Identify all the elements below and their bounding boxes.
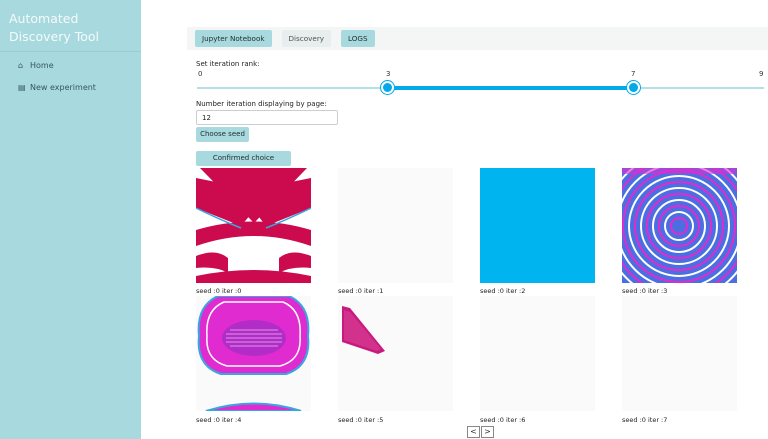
gallery-image-iter-2[interactable] [480,168,595,283]
gallery-caption: seed :0 iter :0 [196,287,242,295]
confirmed-choice-button[interactable]: Confirmed choice [196,151,291,166]
gallery-caption: seed :0 iter :6 [480,416,526,424]
gallery-image-iter-3[interactable] [622,168,737,283]
sidebar-item-home[interactable]: ⌂ Home [0,56,141,74]
gallery-image-iter-4[interactable] [196,296,311,411]
gallery-caption: seed :0 iter :5 [338,416,384,424]
sidebar: Automated Discovery Tool ⌂ Home ▤ New ex… [0,0,141,439]
sidebar-item-label: Home [30,60,54,70]
main-content: Jupyter Notebook Discovery LOGS [187,27,768,50]
app-title: Automated Discovery Tool [0,0,141,52]
slider-handle-start[interactable] [381,81,394,94]
page-size-input[interactable]: 12 [196,110,338,125]
slider-label: Set iteration rank: [196,60,260,68]
gallery-caption: seed :0 iter :3 [622,287,668,295]
gallery-image-iter-5[interactable] [338,296,453,411]
slider-selected-range [388,86,634,90]
gallery-image-iter-0[interactable] [196,168,311,283]
experiment-icon: ▤ [18,82,26,92]
gallery-caption: seed :0 iter :2 [480,287,526,295]
previous-page-button[interactable]: < [467,426,480,438]
sidebar-item-label: New experiment [30,82,96,92]
gallery-caption: seed :0 iter :4 [196,416,242,424]
tab-discovery[interactable]: Discovery [281,30,332,47]
tab-bar: Jupyter Notebook Discovery LOGS [187,27,768,50]
gallery-caption: seed :0 iter :1 [338,287,384,295]
slider-tick-0: 0 [198,70,203,78]
gallery-image-iter-1[interactable] [338,168,453,283]
slider-tick-7: 7 [631,70,636,78]
tab-jupyter-notebook[interactable]: Jupyter Notebook [195,30,272,47]
home-icon: ⌂ [18,60,24,70]
choose-seed-button[interactable]: Choose seed [196,127,249,142]
gallery-image-iter-6[interactable] [480,296,595,411]
page-size-label: Number iteration displaying by page: [196,100,327,108]
gallery-image-iter-7[interactable] [622,296,737,411]
gallery-caption: seed :0 iter :7 [622,416,668,424]
slider-tick-3: 3 [386,70,391,78]
slider-handle-end[interactable] [627,81,640,94]
slider-tick-9: 9 [759,70,764,78]
next-page-button[interactable]: > [481,426,494,438]
tab-logs[interactable]: LOGS [341,30,375,47]
sidebar-item-new-experiment[interactable]: ▤ New experiment [0,78,141,96]
